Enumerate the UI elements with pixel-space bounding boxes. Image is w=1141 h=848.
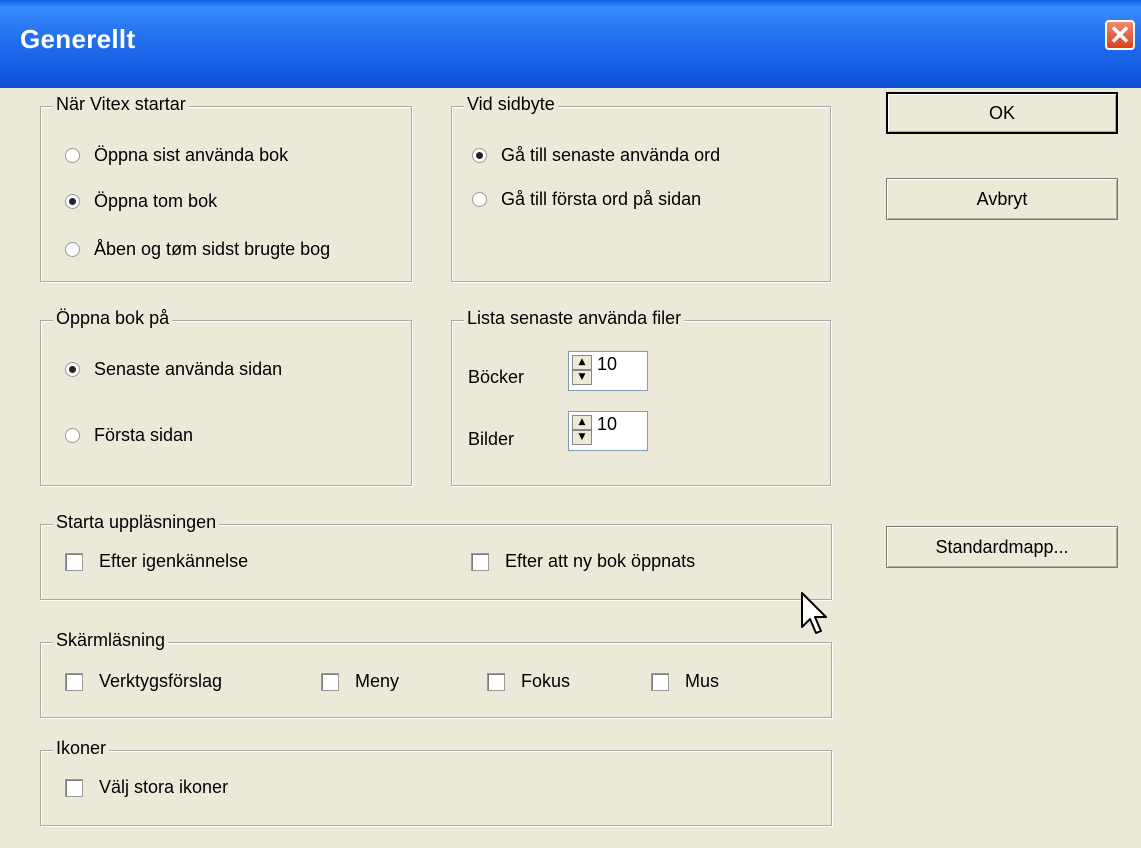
startup-option-open-empty-last[interactable]: Åben og tøm sidst brugte bog <box>65 239 330 260</box>
option-label: Välj stora ikoner <box>99 777 229 797</box>
icons-group-label: Ikoner <box>53 738 110 759</box>
option-label: Senaste använda sidan <box>94 359 283 379</box>
window-title: Generellt <box>20 24 136 54</box>
openbook-group-label: Öppna bok på <box>53 308 173 329</box>
option-label: Efter igenkännelse <box>99 551 249 571</box>
books-count-value[interactable]: 10 <box>597 354 617 375</box>
readaloud-after-recognition[interactable]: Efter igenkännelse <box>65 551 248 572</box>
stepper-up-icon[interactable]: ▲ <box>572 355 592 370</box>
checkbox[interactable] <box>471 552 489 571</box>
pagechange-option-first-word[interactable]: Gå till första ord på sidan <box>472 189 701 210</box>
checkbox[interactable] <box>65 552 83 571</box>
images-count-value[interactable]: 10 <box>597 414 617 435</box>
images-label: Bilder <box>468 429 515 449</box>
startup-option-empty-book[interactable]: Öppna tom bok <box>65 191 217 212</box>
icons-large[interactable]: Välj stora ikoner <box>65 777 228 798</box>
checkbox[interactable] <box>651 672 669 691</box>
radio-button[interactable] <box>65 242 80 257</box>
stepper-down-icon[interactable]: ▼ <box>572 370 592 385</box>
readaloud-after-open[interactable]: Efter att ny bok öppnats <box>471 551 695 572</box>
stepper-down-icon[interactable]: ▼ <box>572 430 592 445</box>
close-icon: ✕ <box>1109 20 1131 50</box>
ok-button[interactable]: OK <box>886 92 1118 134</box>
close-button[interactable]: ✕ <box>1105 20 1135 50</box>
option-label: Efter att ny bok öppnats <box>505 551 696 571</box>
stepper-buttons[interactable]: ▲ ▼ <box>572 415 594 447</box>
openbook-option-last-page[interactable]: Senaste använda sidan <box>65 359 282 380</box>
openbook-option-first-page[interactable]: Första sidan <box>65 425 193 446</box>
readaloud-group: Starta uppläsningen Efter igenkännelse E… <box>40 512 832 600</box>
checkbox[interactable] <box>487 672 505 691</box>
openbook-group: Öppna bok på Senaste använda sidan Först… <box>40 308 412 486</box>
icons-group: Ikoner Välj stora ikoner <box>40 738 832 826</box>
startup-group-label: När Vitex startar <box>53 94 189 115</box>
startup-group: När Vitex startar Öppna sist använda bok… <box>40 94 412 282</box>
radio-button[interactable] <box>65 428 80 443</box>
pagechange-group-label: Vid sidbyte <box>464 94 558 115</box>
checkbox[interactable] <box>321 672 339 691</box>
screenreading-mouse[interactable]: Mus <box>651 671 719 692</box>
option-label: Åben og tøm sidst brugte bog <box>94 239 331 259</box>
option-label: Meny <box>355 671 400 691</box>
images-count-stepper[interactable]: ▲ ▼ 10 <box>568 411 648 451</box>
radio-button[interactable] <box>65 362 80 377</box>
cancel-button[interactable]: Avbryt <box>886 178 1118 220</box>
pagechange-group: Vid sidbyte Gå till senaste använda ord … <box>451 94 831 282</box>
screenreading-group-label: Skärmläsning <box>53 630 169 651</box>
readaloud-group-label: Starta uppläsningen <box>53 512 220 533</box>
default-folder-button[interactable]: Standardmapp... <box>886 526 1118 568</box>
option-label: Verktygsförslag <box>99 671 223 691</box>
option-label: Första sidan <box>94 425 194 445</box>
mouse-pointer-icon <box>801 592 827 634</box>
radio-button[interactable] <box>65 194 80 209</box>
stepper-buttons[interactable]: ▲ ▼ <box>572 355 594 387</box>
checkbox[interactable] <box>65 672 83 691</box>
pagechange-option-last-word[interactable]: Gå till senaste använda ord <box>472 145 720 166</box>
option-label: Gå till senaste använda ord <box>501 145 721 165</box>
books-label: Böcker <box>468 367 525 387</box>
option-label: Gå till första ord på sidan <box>501 189 702 209</box>
option-label: Öppna sist använda bok <box>94 145 289 165</box>
checkbox[interactable] <box>65 778 83 797</box>
radio-button[interactable] <box>472 192 487 207</box>
title-bar: Generellt ✕ <box>0 0 1141 88</box>
dialog-body: När Vitex startar Öppna sist använda bok… <box>0 88 1141 848</box>
radio-button[interactable] <box>65 148 80 163</box>
screenreading-group: Skärmläsning Verktygsförslag Meny Fokus … <box>40 630 832 718</box>
radio-button[interactable] <box>472 148 487 163</box>
screenreading-menu[interactable]: Meny <box>321 671 399 692</box>
recent-files-group: Lista senaste använda filer Böcker ▲ ▼ 1… <box>451 308 831 486</box>
option-label: Öppna tom bok <box>94 191 218 211</box>
option-label: Fokus <box>521 671 571 691</box>
recent-files-group-label: Lista senaste använda filer <box>464 308 685 329</box>
stepper-up-icon[interactable]: ▲ <box>572 415 592 430</box>
books-count-stepper[interactable]: ▲ ▼ 10 <box>568 351 648 391</box>
screenreading-tooltips[interactable]: Verktygsförslag <box>65 671 222 692</box>
startup-option-last-book[interactable]: Öppna sist använda bok <box>65 145 288 166</box>
option-label: Mus <box>685 671 720 691</box>
screenreading-focus[interactable]: Fokus <box>487 671 570 692</box>
